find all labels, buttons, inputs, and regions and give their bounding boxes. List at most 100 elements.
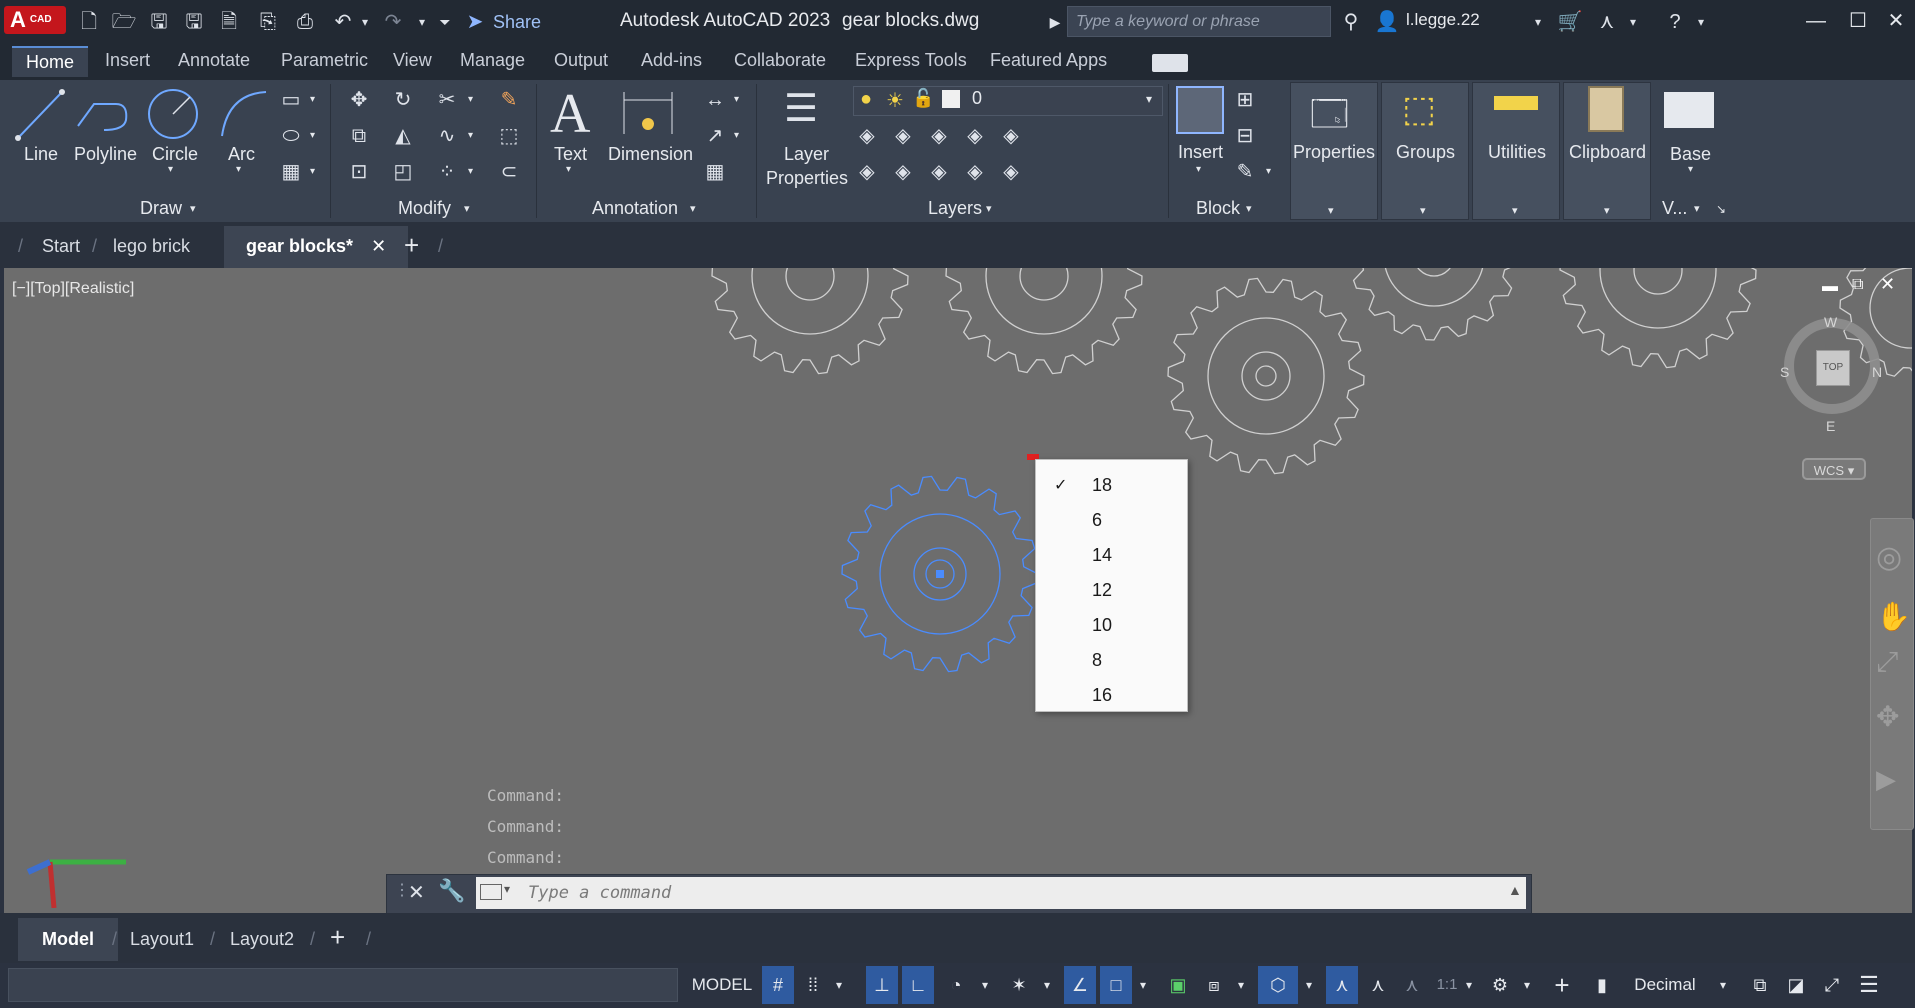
trim-dropdown-icon[interactable]: ▾	[468, 94, 473, 105]
copy-icon[interactable]: ⧉	[344, 122, 374, 150]
command-history-toggle-icon[interactable]: ▲	[1508, 882, 1522, 898]
quick-properties-icon[interactable]: ⧉	[1744, 966, 1776, 1004]
clipboard-label[interactable]: Clipboard	[1569, 142, 1646, 163]
annotation-panel-title[interactable]: Annotation	[592, 198, 678, 219]
view-panel-title[interactable]: V...	[1662, 198, 1687, 219]
help-icon[interactable]: ?	[1662, 10, 1688, 34]
wcs-menu[interactable]: WCS ▾	[1802, 458, 1866, 480]
text-icon[interactable]: A	[550, 82, 590, 146]
gear-outline[interactable]	[1167, 277, 1365, 475]
draw-panel-title[interactable]: Draw	[140, 198, 182, 219]
undo-dropdown-icon[interactable]: ▾	[352, 10, 378, 34]
modify-panel-dropdown-icon[interactable]: ▾	[464, 202, 470, 215]
viewport-minimize-icon[interactable]: ▬	[1822, 278, 1838, 296]
ellipse-dropdown-icon[interactable]: ▾	[310, 130, 315, 141]
tab-home[interactable]: Home	[12, 46, 89, 77]
properties-label[interactable]: Properties	[1293, 142, 1375, 163]
customization-menu-icon[interactable]: ☰	[1852, 966, 1886, 1004]
tab-featured-apps[interactable]: Featured Apps	[990, 50, 1107, 71]
tab-view[interactable]: View	[393, 50, 432, 71]
gear-outline[interactable]	[945, 268, 1143, 375]
units-dropdown-icon[interactable]: ▾	[1714, 966, 1732, 1004]
groups-dropdown-icon[interactable]: ▾	[1420, 204, 1426, 217]
tab-collaborate[interactable]: Collaborate	[734, 50, 826, 71]
arc-icon[interactable]	[216, 86, 270, 142]
command-customize-icon[interactable]: 🔧	[438, 878, 465, 904]
properties-dropdown-icon[interactable]: ▾	[1328, 204, 1334, 217]
viewport-close-icon[interactable]: ✕	[1880, 274, 1895, 295]
annotation-panel-dropdown-icon[interactable]: ▾	[690, 202, 696, 215]
table-icon[interactable]: ▦	[700, 158, 730, 186]
layout-tab-model[interactable]: Model	[18, 918, 118, 961]
gear-outline[interactable]	[1350, 268, 1518, 341]
tab-output[interactable]: Output	[554, 50, 608, 71]
viewcube-top-face[interactable]: TOP	[1816, 350, 1850, 386]
file-tab-start[interactable]: Start	[42, 236, 80, 257]
layers-panel-title[interactable]: Layers	[928, 198, 982, 219]
value-dropdown-list[interactable]: ✓ 18 6 14 12 10 8 16	[1035, 459, 1188, 712]
block-panel-dropdown-icon[interactable]: ▾	[1246, 202, 1252, 215]
layer-unlock-all-icon[interactable]: ◈	[960, 158, 990, 186]
linear-dim-icon[interactable]: ↔	[700, 86, 730, 114]
user-name[interactable]: l.legge.22	[1406, 10, 1480, 30]
scale-icon[interactable]: ◰	[388, 158, 418, 186]
publish-icon[interactable]: 🗎	[216, 10, 242, 34]
fillet-dropdown-icon[interactable]: ▾	[468, 130, 473, 141]
dimension-button[interactable]: Dimension	[608, 144, 693, 165]
tab-add-ins[interactable]: Add-ins	[641, 50, 702, 71]
text-button[interactable]: Text	[554, 144, 587, 165]
rectangle-icon[interactable]: ▭	[276, 86, 306, 114]
dropdown-option[interactable]: 14	[1036, 538, 1187, 573]
clipboard-dropdown-icon[interactable]: ▾	[1604, 204, 1610, 217]
auto-scale-icon[interactable]: ⋏	[1362, 966, 1394, 1004]
block-panel-title[interactable]: Block	[1196, 198, 1240, 219]
autocad-logo[interactable]: A CAD	[4, 6, 66, 34]
dimension-icon[interactable]	[620, 88, 676, 138]
autodesk-dropdown-icon[interactable]: ▾	[1620, 10, 1646, 34]
insert-dropdown-icon[interactable]: ▾	[1196, 164, 1201, 175]
help-dropdown-icon[interactable]: ▾	[1688, 10, 1714, 34]
compass-north[interactable]: N	[1872, 364, 1882, 380]
file-tab-lego-brick[interactable]: lego brick	[113, 236, 190, 257]
array-dropdown-icon[interactable]: ▾	[468, 166, 473, 177]
mirror-icon[interactable]: ◭	[388, 122, 418, 150]
object-snap-icon[interactable]: □	[1100, 966, 1132, 1004]
dropdown-option[interactable]: 12	[1036, 573, 1187, 608]
base-label[interactable]: Base	[1670, 144, 1711, 165]
tab-parametric[interactable]: Parametric	[281, 50, 368, 71]
measure-icon[interactable]	[1494, 96, 1538, 110]
tab-insert[interactable]: Insert	[105, 50, 150, 71]
move-icon[interactable]: ✥	[344, 86, 374, 114]
trim-icon[interactable]: ✂	[432, 86, 462, 114]
search-input[interactable]: Type a keyword or phrase	[1067, 6, 1331, 37]
expand-arrow-icon[interactable]: ▶	[1042, 10, 1068, 34]
minimize-button[interactable]: —	[1796, 6, 1836, 36]
tab-annotate[interactable]: Annotate	[178, 50, 250, 71]
transparency-dropdown-icon[interactable]: ▾	[1232, 966, 1250, 1004]
redo-icon[interactable]: ↷	[380, 10, 406, 34]
annotation-visibility-icon[interactable]: ⋏	[1326, 966, 1358, 1004]
selection-dropdown-icon[interactable]: ▾	[1300, 966, 1318, 1004]
layout-tab-layout2[interactable]: Layout2	[230, 929, 294, 950]
compass-south[interactable]: S	[1780, 364, 1789, 380]
recent-commands-dropdown-icon[interactable]: ▾	[504, 882, 510, 896]
utilities-label[interactable]: Utilities	[1488, 142, 1546, 163]
base-view-icon[interactable]	[1664, 92, 1714, 128]
edit-block-icon[interactable]: ⊟	[1230, 122, 1260, 150]
ellipse-icon[interactable]: ⬭	[276, 122, 306, 150]
file-tab-gear-blocks[interactable]: gear blocks* ✕	[224, 226, 409, 268]
ortho-icon[interactable]: ∟	[902, 966, 934, 1004]
viewport-restore-icon[interactable]: ⧉	[1852, 276, 1863, 294]
polyline-button[interactable]: Polyline	[74, 144, 137, 165]
layer-properties-label-1[interactable]: Layer	[784, 144, 829, 165]
compass-east[interactable]: E	[1826, 418, 1835, 434]
model-space-button[interactable]: MODEL	[684, 966, 760, 1004]
polar-tracking-icon[interactable]: ◔	[940, 966, 972, 1004]
hatch-icon[interactable]: ▦	[276, 158, 306, 186]
insert-button[interactable]: Insert	[1178, 142, 1223, 163]
close-button[interactable]: ✕	[1876, 6, 1915, 36]
polar-dropdown-icon[interactable]: ▾	[976, 966, 994, 1004]
zoom-extents-icon[interactable]: ⤢	[1876, 646, 1898, 679]
layer-lock-icon[interactable]: ◈	[960, 122, 990, 150]
array-icon[interactable]: ⁘	[432, 158, 462, 186]
